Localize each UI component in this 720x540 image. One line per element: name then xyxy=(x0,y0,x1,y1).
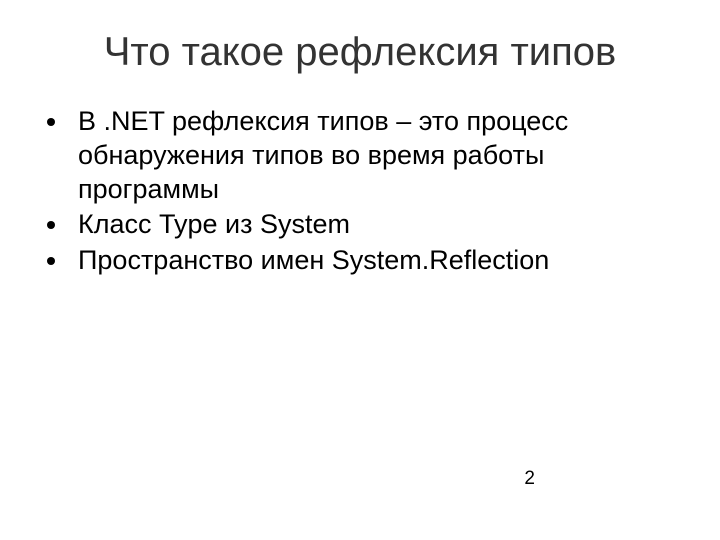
slide-title: Что такое рефлексия типов xyxy=(40,30,680,75)
list-item: Пространство имен System.Reflection xyxy=(70,244,680,278)
bullet-list: В .NET рефлексия типов – это процесс обн… xyxy=(40,105,680,278)
page-number: 2 xyxy=(524,468,535,490)
list-item: В .NET рефлексия типов – это процесс обн… xyxy=(70,105,680,206)
slide: Что такое рефлексия типов В .NET рефлекс… xyxy=(0,0,720,540)
list-item: Класс Type из System xyxy=(70,208,680,242)
